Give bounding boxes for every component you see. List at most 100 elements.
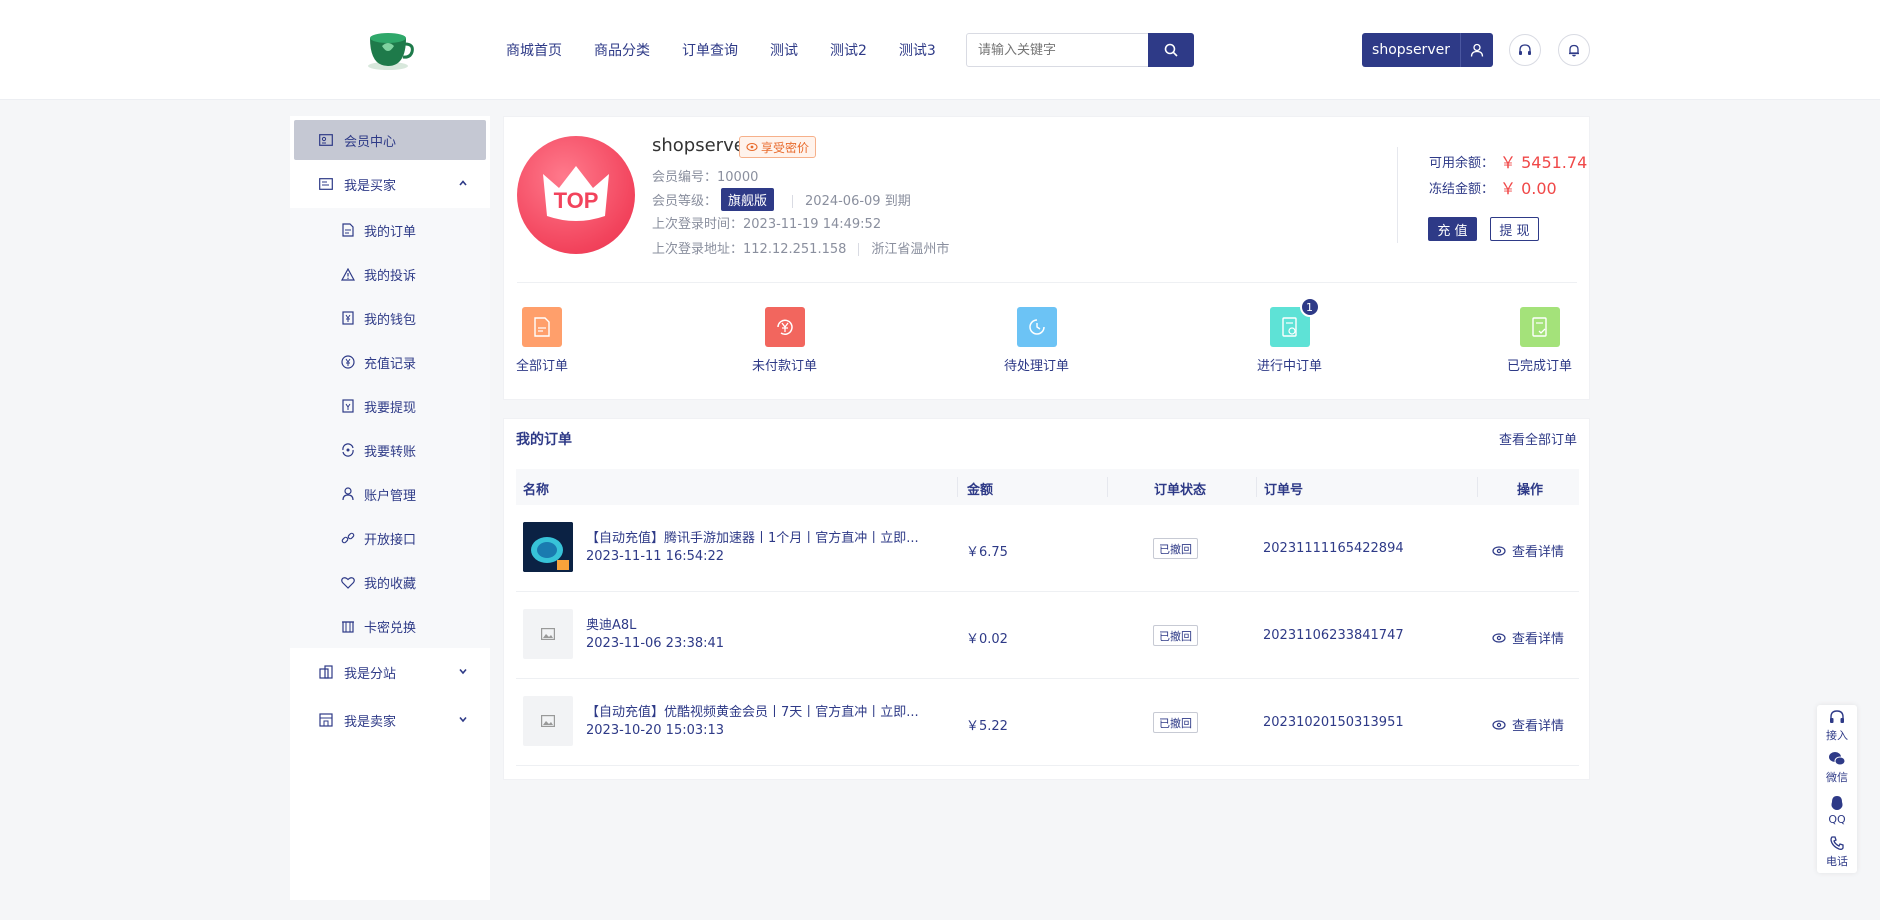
withdraw-button[interactable]: 提 现 <box>1490 217 1539 241</box>
profile-card: TOP shopserver 享受密价 会员编号：10000 会员等级： 旗舰版 2… <box>503 116 1590 400</box>
all-orders-icon <box>522 307 562 347</box>
store-icon <box>318 712 334 728</box>
table-row: 【自动充值】腾讯手游加速器丨1个月丨官方直冲丨立即... 2023-11-11 … <box>516 505 1579 592</box>
buyer-card-icon <box>318 176 334 192</box>
sidebar-item-card-redeem[interactable]: 卡密兑换 <box>290 604 490 648</box>
site-logo[interactable] <box>366 26 414 72</box>
sidebar-item-open-api[interactable]: 开放接口 <box>290 516 490 560</box>
sidebar-group-seller[interactable]: 我是卖家 <box>294 700 486 740</box>
sidebar-item-withdraw[interactable]: 我要提现 <box>290 384 490 428</box>
nav-link-category[interactable]: 商品分类 <box>594 40 650 60</box>
contact-wechat-button[interactable]: 微信 <box>1817 747 1857 789</box>
sidebar-item-label: 会员中心 <box>344 134 397 150</box>
vertical-divider <box>1397 147 1398 243</box>
nav-link-home[interactable]: 商城首页 <box>506 40 562 60</box>
column-header-action: 操作 <box>1517 483 1544 498</box>
nav-link-order-query[interactable]: 订单查询 <box>682 40 738 60</box>
wallet-icon <box>340 310 356 326</box>
sidebar-group-buyer[interactable]: 我是买家 <box>294 164 486 204</box>
sidebar-item-label: 我要转账 <box>364 444 417 460</box>
product-thumbnail[interactable] <box>523 522 573 572</box>
sidebar-item-label: 我的投诉 <box>364 268 417 284</box>
product-name[interactable]: 奥迪A8L <box>586 614 636 633</box>
recharge-button[interactable]: 充 值 <box>1428 217 1477 241</box>
contact-phone-button[interactable]: 电话 <box>1817 831 1857 873</box>
frozen-balance: ￥ 0.00 <box>1500 179 1557 198</box>
contact-qq-button[interactable]: QQ <box>1817 789 1857 831</box>
user-menu-button[interactable]: shopserver <box>1362 33 1493 67</box>
sidebar-item-transfer[interactable]: 我要转账 <box>290 428 490 472</box>
wechat-icon <box>1829 752 1846 766</box>
card-divider <box>517 282 1577 283</box>
sidebar-group-label: 我是买家 <box>344 178 397 194</box>
status-badge: 已撤回 <box>1153 538 1198 559</box>
view-detail-button[interactable]: 查看详情 <box>1492 715 1564 734</box>
sidebar-item-member-center[interactable]: 会员中心 <box>294 120 486 160</box>
order-amount: ￥0.02 <box>966 632 1008 647</box>
order-date: 2023-11-06 23:38:41 <box>586 636 725 651</box>
shortcut-completed-orders[interactable]: 已完成订单 <box>1507 307 1572 374</box>
sidebar-item-account[interactable]: 账户管理 <box>290 472 490 516</box>
last-login-addr-line: 上次登录地址：112.12.251.158 浙江省温州市 <box>652 242 950 257</box>
eye-icon <box>1492 719 1506 730</box>
shortcut-in-progress-orders[interactable]: 1 进行中订单 <box>1257 297 1322 374</box>
order-number: 20231020150313951 <box>1263 715 1404 730</box>
withdraw-icon <box>340 398 356 414</box>
svg-text:TOP: TOP <box>554 188 599 213</box>
view-detail-button[interactable]: 查看详情 <box>1492 541 1564 560</box>
search-icon <box>1164 43 1178 57</box>
view-all-orders-link[interactable]: 查看全部订单 <box>1499 429 1577 448</box>
orders-title: 我的订单 <box>516 432 572 448</box>
product-name[interactable]: 【自动充值】腾讯手游加速器丨1个月丨官方直冲丨立即... <box>586 527 919 546</box>
member-number: 10000 <box>717 170 759 185</box>
contact-support-button[interactable]: 接入 <box>1817 705 1857 747</box>
product-name[interactable]: 【自动充值】优酷视频黄金会员丨7天丨官方直冲丨立即... <box>586 701 919 720</box>
status-badge: 已撤回 <box>1153 625 1198 646</box>
order-number: 20231106233841747 <box>1263 628 1404 643</box>
order-date: 2023-11-11 16:54:22 <box>586 549 725 564</box>
member-number-line: 会员编号：10000 <box>652 170 759 185</box>
building-icon <box>340 618 356 634</box>
last-login-region: 浙江省温州市 <box>871 242 950 257</box>
available-balance-label: 可用余额： <box>1429 156 1495 171</box>
shortcut-unpaid-orders[interactable]: 未付款订单 <box>752 307 817 374</box>
order-amount: ￥5.22 <box>966 719 1008 734</box>
sidebar-item-my-orders[interactable]: 我的订单 <box>290 208 490 252</box>
sidebar-item-label: 充值记录 <box>364 356 417 372</box>
last-login-ip: 112.12.251.158 <box>743 242 847 257</box>
view-detail-button[interactable]: 查看详情 <box>1492 628 1564 647</box>
shortcut-pending-orders[interactable]: 待处理订单 <box>1004 307 1069 374</box>
sidebar-item-complaints[interactable]: 我的投诉 <box>290 252 490 296</box>
nav-link-test2[interactable]: 测试2 <box>830 40 867 60</box>
sidebar-item-favorites[interactable]: 我的收藏 <box>290 560 490 604</box>
member-level-line: 会员等级： 旗舰版 2024-06-09 到期 <box>652 188 911 211</box>
shortcut-all-orders[interactable]: 全部订单 <box>516 307 568 374</box>
unpaid-orders-icon <box>764 307 805 347</box>
sidebar-item-label: 账户管理 <box>364 488 417 504</box>
main-nav: 商城首页 商品分类 订单查询 测试 测试2 测试3 <box>506 0 968 100</box>
eye-icon <box>1492 632 1506 643</box>
sidebar-group-substation[interactable]: 我是分站 <box>294 652 486 692</box>
bell-icon <box>1569 44 1579 57</box>
sidebar-item-recharge-records[interactable]: 充值记录 <box>290 340 490 384</box>
in-progress-orders-icon: 1 <box>1269 297 1320 347</box>
search-button[interactable] <box>1148 33 1194 67</box>
nav-link-test3[interactable]: 测试3 <box>899 40 936 60</box>
my-orders-card: 我的订单 查看全部订单 名称 金额 订单状态 订单号 操作 【自动充值】腾讯手游… <box>503 418 1590 780</box>
in-progress-count-badge: 1 <box>1299 297 1320 317</box>
yen-circle-icon <box>340 354 356 370</box>
support-button[interactable] <box>1509 34 1541 66</box>
member-level-badge: 旗舰版 <box>721 188 775 211</box>
product-thumbnail[interactable] <box>523 609 573 659</box>
notification-button[interactable] <box>1558 34 1590 66</box>
sidebar-item-wallet[interactable]: 我的钱包 <box>290 296 490 340</box>
eye-icon <box>746 142 758 152</box>
product-thumbnail[interactable] <box>523 696 573 746</box>
nav-link-test[interactable]: 测试 <box>770 40 798 60</box>
heart-icon <box>340 574 356 590</box>
sidebar-group-label: 我是卖家 <box>344 714 397 730</box>
search-input[interactable] <box>967 34 1147 66</box>
sidebar-item-label: 卡密兑换 <box>364 620 417 636</box>
sidebar-item-label: 我的钱包 <box>364 312 417 328</box>
table-row: 奥迪A8L 2023-11-06 23:38:41 ￥0.02 已撤回 2023… <box>516 592 1579 679</box>
